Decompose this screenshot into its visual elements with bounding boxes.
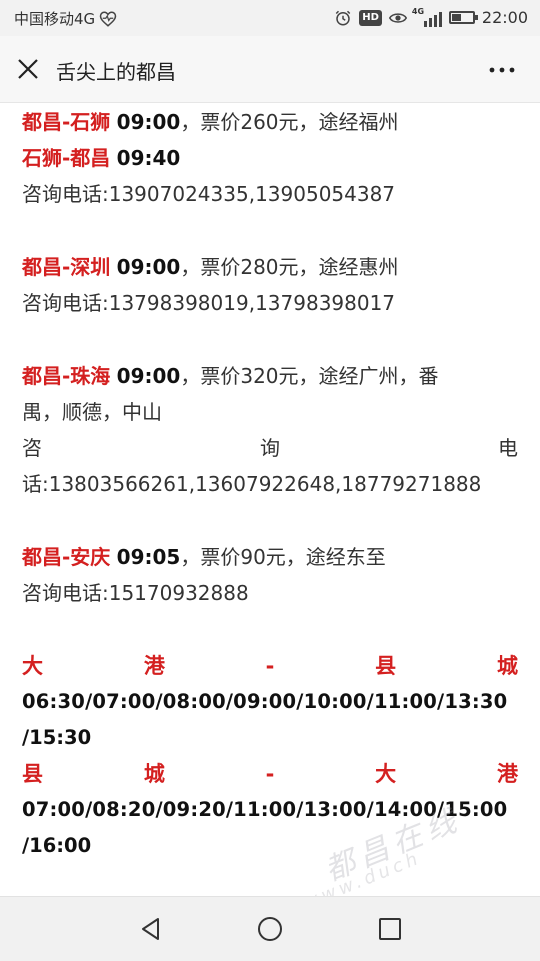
route-char: 港	[143, 654, 165, 678]
times-line: /15:30	[22, 726, 92, 749]
route-info-cont: 禺，顺德，中山	[22, 400, 162, 424]
route-heading-justified: 县 城 - 大 港	[22, 756, 518, 792]
network-type-label: 4G	[411, 6, 425, 16]
route-info: ，票价280元，途经惠州	[180, 255, 399, 279]
status-time: 22:00	[481, 8, 528, 27]
route-info: ，票价320元，途经广州，番	[180, 364, 439, 388]
departure-time: 09:00	[116, 255, 181, 279]
route-char: -	[265, 762, 275, 786]
phone-line: 话:13803566261,13607922648,18779271888	[22, 472, 482, 496]
departure-time: 09:00	[116, 110, 181, 134]
route-char: 县	[22, 762, 43, 786]
justified-char: 咨	[22, 436, 42, 460]
status-left: 中国移动4G	[14, 8, 117, 29]
schedule-line: 都昌-石狮 09:00，票价260元，途经福州	[22, 104, 518, 140]
alarm-icon	[335, 10, 351, 25]
route-label: 都昌-珠海	[22, 364, 111, 388]
status-right: HD 4G 22:00	[334, 6, 528, 27]
schedule-line: 都昌-珠海 09:00，票价320元，途经广州，番	[22, 358, 518, 394]
route-char: 大	[375, 762, 397, 786]
schedule-line: 都昌-深圳 09:00，票价280元，途经惠州	[22, 249, 518, 285]
eye-icon	[388, 12, 407, 23]
page-title: 舌尖上的都昌	[56, 60, 176, 84]
battery-icon	[448, 11, 478, 24]
route-char: -	[265, 654, 275, 678]
title-bar: 舌尖上的都昌	[0, 36, 540, 103]
signal-icon: 4G	[411, 6, 442, 27]
phone-line: 咨询电话:13907024335,13905054387	[22, 182, 396, 206]
route-info: ，票价90元，途经东至	[180, 545, 386, 569]
hd-icon: HD	[359, 9, 382, 26]
route-label: 都昌-安庆	[22, 545, 111, 569]
route-label: 都昌-深圳	[22, 255, 111, 279]
more-icon[interactable]	[488, 66, 516, 74]
schedule-line: 石狮-都昌 09:40	[22, 140, 518, 176]
times-line: 06:30/07:00/08:00/09:00/10:00/11:00/13:3…	[22, 690, 508, 713]
route-char: 港	[496, 762, 518, 786]
schedule-line: 都昌-安庆 09:05，票价90元，途经东至	[22, 539, 518, 575]
route-char: 县	[375, 654, 397, 678]
status-bar: 中国移动4G HD 4G 22:00	[0, 0, 540, 36]
justified-char: 询	[260, 436, 280, 460]
navigation-bar	[0, 896, 540, 961]
close-icon[interactable]	[14, 55, 42, 83]
back-triangle-icon[interactable]	[138, 916, 164, 942]
justified-char: 电	[498, 436, 518, 460]
departure-time: 09:05	[116, 545, 181, 569]
phone-line: 咨询电话:13798398019,13798398017	[22, 291, 396, 315]
route-heading-justified: 大 港 - 县 城	[22, 648, 518, 684]
article-content: 都昌-石狮 09:00，票价260元，途经福州 石狮-都昌 09:40 咨询电话…	[22, 104, 518, 864]
phone-line-justified: 咨 询 电	[22, 430, 518, 466]
route-label: 都昌-石狮	[22, 110, 111, 134]
heart-pulse-icon	[99, 10, 117, 27]
route-info: ，票价260元，途经福州	[180, 110, 399, 134]
route-label: 石狮-都昌	[22, 146, 111, 170]
route-char: 城	[496, 654, 518, 678]
phone-line: 咨询电话:15170932888	[22, 581, 249, 605]
route-char: 大	[22, 654, 43, 678]
route-char: 城	[143, 762, 165, 786]
carrier-label: 中国移动4G	[14, 10, 96, 28]
home-circle-icon[interactable]	[257, 916, 283, 942]
departure-time: 09:40	[116, 146, 181, 170]
departure-time: 09:00	[116, 364, 181, 388]
recent-square-icon[interactable]	[378, 917, 402, 941]
